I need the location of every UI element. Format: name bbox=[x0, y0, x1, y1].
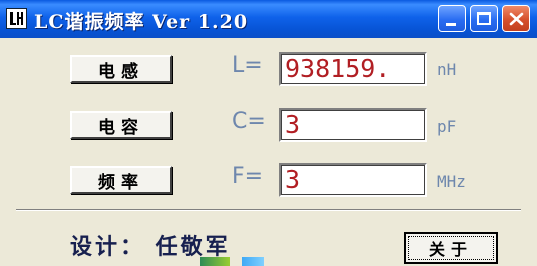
inductance-input[interactable]: 938159. bbox=[279, 52, 427, 86]
inductance-button[interactable]: 电感 bbox=[70, 55, 172, 83]
decoration-right bbox=[242, 257, 264, 266]
frequency-symbol: F= bbox=[232, 164, 264, 189]
title-bar[interactable]: LC谐振频率 Ver 1.20 bbox=[0, 0, 537, 38]
window-title: LC谐振频率 Ver 1.20 bbox=[34, 11, 249, 33]
frequency-button[interactable]: 频率 bbox=[70, 166, 172, 194]
capacitance-button[interactable]: 电容 bbox=[70, 111, 172, 139]
minimize-icon bbox=[446, 23, 456, 26]
inductance-symbol: L= bbox=[232, 53, 263, 78]
maximize-icon bbox=[477, 12, 491, 25]
decoration-left bbox=[200, 257, 230, 266]
capacitance-symbol: C= bbox=[232, 109, 266, 134]
frequency-unit: MHz bbox=[437, 172, 466, 191]
capacitance-unit: pF bbox=[437, 117, 457, 136]
minimize-button[interactable] bbox=[438, 5, 466, 32]
inductance-unit: nH bbox=[437, 60, 457, 79]
frequency-input[interactable]: 3 bbox=[279, 163, 427, 197]
close-icon bbox=[509, 12, 524, 26]
maximize-button[interactable] bbox=[470, 5, 498, 32]
close-button[interactable] bbox=[502, 5, 530, 32]
capacitance-input[interactable]: 3 bbox=[279, 108, 427, 142]
about-button[interactable]: 关于 bbox=[404, 232, 498, 264]
app-icon[interactable] bbox=[6, 8, 27, 29]
divider bbox=[16, 209, 521, 211]
